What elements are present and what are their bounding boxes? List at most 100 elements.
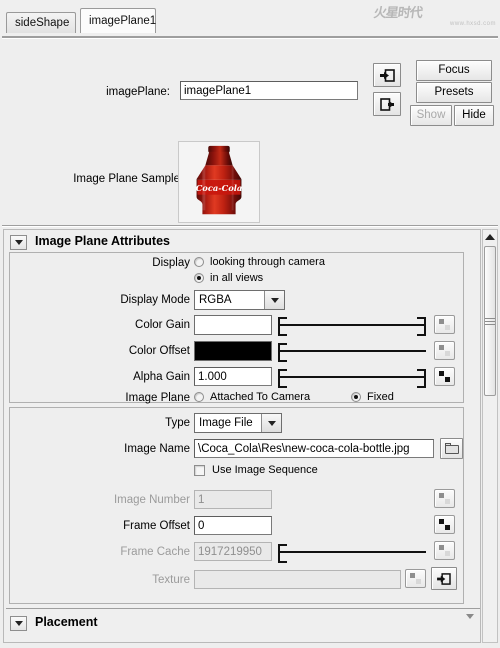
tab-sideshape[interactable]: sideShape [6, 12, 76, 33]
checker-icon [439, 319, 450, 330]
tab-imageplane1[interactable]: imagePlane1 [80, 8, 156, 33]
display-mode-select[interactable]: RGBA [194, 290, 285, 310]
frame-cache-label: Frame Cache [120, 546, 190, 558]
radio-in-all-views-icon [194, 273, 204, 283]
checker-icon [410, 573, 421, 584]
arrow-into-box-icon [437, 572, 451, 585]
image-name-input[interactable]: \Coca_Cola\Res\new-coca-cola-bottle.jpg [194, 439, 434, 458]
tab-strip: sideShape imagePlane1 [0, 0, 500, 39]
type-select[interactable]: Image File [194, 413, 282, 433]
color-gain-map-button[interactable] [434, 315, 455, 334]
texture-input[interactable] [194, 570, 401, 589]
folder-icon [444, 443, 459, 454]
image-plane-attributes-panel: Image Plane Attributes Display looking t… [3, 229, 481, 643]
radio-looking-through-camera-icon [194, 257, 204, 267]
chevron-down-icon[interactable] [264, 291, 284, 309]
color-offset-label: Color Offset [128, 345, 190, 357]
hide-button[interactable]: Hide [454, 105, 494, 126]
placement-expander[interactable] [10, 616, 27, 631]
frame-cache-slider[interactable] [278, 543, 426, 563]
image-plane-option-0-label: Attached To Camera [210, 391, 311, 403]
color-gain-swatch[interactable] [194, 315, 272, 335]
display-settings-group: Display looking through camera in all vi… [9, 252, 464, 404]
use-image-sequence-checkbox[interactable]: Use Image Sequence [194, 464, 318, 476]
display-option-0-label: looking through camera [210, 256, 325, 268]
grip-icon [485, 316, 495, 327]
file-settings-group: Type Image File Image Name \Coca_Cola\Re… [9, 407, 464, 604]
arrow-into-box-icon [379, 68, 395, 82]
display-mode-label: Display Mode [120, 294, 190, 306]
texture-label: Texture [152, 574, 190, 586]
display-radio-looking-through-camera[interactable]: looking through camera [194, 256, 325, 268]
use-image-sequence-label: Use Image Sequence [212, 464, 318, 476]
arrow-into-box-icon-button[interactable] [373, 63, 401, 87]
image-plane-mode-label: Image Plane [125, 392, 190, 404]
section-divider-highlight [2, 226, 498, 227]
vertical-scrollbar[interactable] [482, 229, 498, 643]
color-offset-map-button[interactable] [434, 341, 455, 360]
display-option-1-label: in all views [210, 272, 264, 284]
color-gain-label: Color Gain [135, 319, 190, 331]
placement-title: Placement [35, 615, 98, 629]
attribute-editor-window: sideShape imagePlane1 火星时代 www.hxsd.com … [0, 0, 500, 648]
alpha-gain-input[interactable]: 1.000 [194, 367, 272, 386]
alpha-gain-slider[interactable] [278, 368, 426, 388]
frame-cache-map-button[interactable] [434, 541, 455, 560]
image-plane-radio-attached-to-camera[interactable]: Attached To Camera [194, 391, 310, 403]
frame-cache-input[interactable]: 1917219950 [194, 542, 272, 561]
chevron-down-icon [14, 621, 23, 626]
frame-offset-input[interactable]: 0 [194, 516, 272, 535]
checker-icon [439, 519, 450, 530]
image-plane-radio-fixed[interactable]: Fixed [351, 391, 394, 403]
coca-cola-bottle-image: Coca-Cola [179, 142, 259, 222]
image-plane-sample-thumbnail: Coca-Cola [178, 141, 260, 223]
alpha-gain-label: Alpha Gain [133, 371, 190, 383]
image-plane-attributes-expander[interactable] [10, 235, 27, 250]
image-number-label: Image Number [113, 494, 190, 506]
color-offset-swatch[interactable] [194, 341, 272, 361]
texture-input-connection-button[interactable] [431, 567, 457, 590]
arrow-out-of-box-icon [379, 97, 394, 111]
color-gain-slider[interactable] [278, 316, 426, 336]
checker-icon [439, 371, 450, 382]
frame-offset-label: Frame Offset [123, 520, 190, 532]
radio-attached-to-camera-icon [194, 392, 204, 402]
image-plane-option-1-label: Fixed [367, 391, 394, 403]
frame-offset-map-button[interactable] [434, 515, 455, 534]
placement-collapse-arrow[interactable] [466, 614, 474, 631]
image-number-map-button[interactable] [434, 489, 455, 508]
checker-icon [439, 345, 450, 356]
tab-imageplane1-label: imagePlane1 [89, 15, 157, 27]
checkbox-icon [194, 464, 205, 476]
checker-icon [439, 493, 450, 504]
alpha-gain-map-button[interactable] [434, 367, 455, 386]
tab-underline-highlight [2, 38, 498, 39]
presets-button[interactable]: Presets [416, 82, 492, 103]
triangle-up-icon [485, 234, 495, 240]
image-plane-sample-label: Image Plane Sample [73, 173, 180, 185]
type-label: Type [165, 417, 190, 429]
image-plane-name-input[interactable]: imagePlane1 [180, 81, 358, 100]
focus-button[interactable]: Focus [416, 60, 492, 81]
image-name-label: Image Name [124, 443, 190, 455]
image-plane-attributes-title: Image Plane Attributes [35, 234, 170, 248]
display-mode-value: RGBA [199, 294, 232, 306]
show-button[interactable]: Show [410, 105, 452, 126]
image-plane-name-label: imagePlane: [106, 86, 170, 98]
radio-fixed-icon [351, 392, 361, 402]
display-radio-in-all-views[interactable]: in all views [194, 272, 263, 284]
tab-sideshape-label: sideShape [15, 17, 70, 29]
checker-icon [439, 545, 450, 556]
scroll-up-button[interactable] [483, 230, 497, 244]
texture-map-button[interactable] [405, 569, 426, 588]
browse-folder-button[interactable] [440, 438, 463, 459]
chevron-down-icon[interactable] [261, 414, 281, 432]
color-offset-slider[interactable] [278, 342, 426, 362]
type-value: Image File [199, 417, 253, 429]
chevron-down-icon [14, 240, 23, 245]
display-label: Display [152, 257, 190, 269]
arrow-out-of-box-icon-button[interactable] [373, 92, 401, 116]
image-number-input[interactable]: 1 [194, 490, 272, 509]
scrollbar-thumb[interactable] [484, 246, 496, 396]
placement-divider [6, 608, 480, 609]
